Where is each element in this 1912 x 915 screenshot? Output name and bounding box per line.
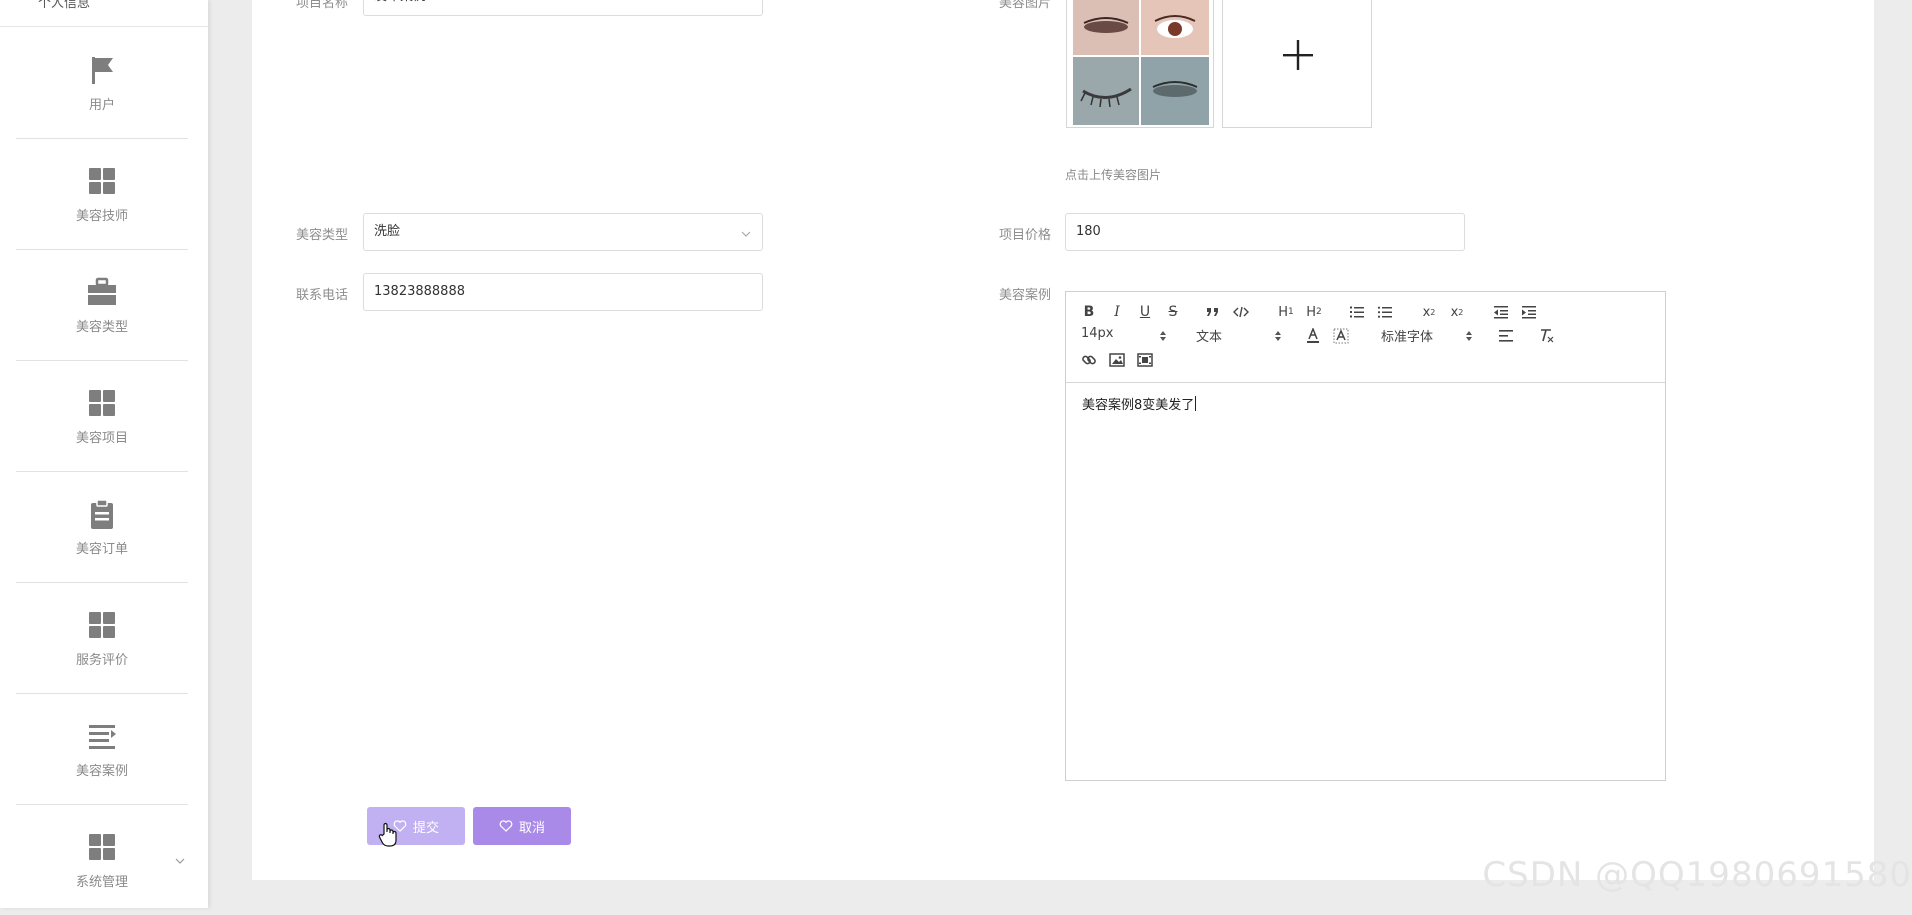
images-label: 美容图片 <box>999 0 1052 11</box>
flag-icon <box>92 56 113 84</box>
sidebar-item-label: 美容订单 <box>75 541 128 557</box>
font-size-select[interactable]: 14px <box>1081 326 1167 346</box>
code-icon <box>1233 306 1249 318</box>
case-label: 美容案例 <box>999 288 1052 303</box>
editor-content-text: 美容案例8变美发了 <box>1082 398 1195 413</box>
grid-icon <box>89 611 115 638</box>
upload-hint: 点击上传美容图片 <box>1065 168 1162 182</box>
indent-icon <box>1522 306 1536 319</box>
subscript-button[interactable]: x2 <box>1418 302 1440 322</box>
sidebar-item-profile[interactable]: 个人信息 <box>0 0 208 27</box>
align-button[interactable] <box>1495 326 1517 346</box>
list-icon <box>89 724 116 749</box>
strike-button[interactable]: S <box>1162 302 1184 322</box>
font-color-icon <box>1307 328 1319 343</box>
italic-button[interactable]: I <box>1106 302 1128 322</box>
superscript-button[interactable]: x2 <box>1446 302 1468 322</box>
price-input[interactable]: 180 <box>1065 213 1465 251</box>
background-color-button[interactable] <box>1330 326 1352 346</box>
project-name-label: 项目名称 <box>296 0 349 11</box>
sidebar-item-label: 个人信息 <box>38 0 91 11</box>
uploaded-image[interactable] <box>1066 0 1214 128</box>
grid-icon <box>89 167 115 194</box>
up-down-icon <box>1275 331 1281 341</box>
beauty-type-value: 洗脸 <box>374 224 401 239</box>
sidebar-item-label: 用户 <box>88 97 115 113</box>
sidebar-item-reviews[interactable]: 服务评价 <box>16 583 188 694</box>
up-down-icon <box>1466 331 1472 341</box>
sidebar-item-system-management[interactable]: 系统管理 <box>16 805 188 915</box>
phone-input[interactable]: 13823888888 <box>363 273 763 311</box>
sidebar-item-users[interactable]: 用户 <box>16 28 188 139</box>
price-label: 项目价格 <box>999 228 1052 243</box>
header-select[interactable]: 文本 <box>1196 326 1282 346</box>
align-left-icon <box>1499 330 1513 342</box>
font-size-value: 14px <box>1081 326 1114 341</box>
editor-toolbar: B I U S H1 H2 x2 x2 14px 文本 标准字体 <box>1066 292 1665 383</box>
h2-button[interactable]: H2 <box>1303 302 1325 322</box>
underline-button[interactable]: U <box>1134 302 1156 322</box>
editor-content[interactable]: 美容案例8变美发了 <box>1082 394 1197 413</box>
link-icon <box>1082 355 1096 365</box>
clipboard-icon <box>91 498 113 529</box>
clear-format-button[interactable] <box>1535 326 1557 346</box>
video-icon <box>1137 353 1153 367</box>
bullet-list-icon <box>1377 306 1392 318</box>
sidebar-item-label: 服务评价 <box>75 652 128 668</box>
eye-photo-collage <box>1073 0 1209 125</box>
submit-button-label: 提交 <box>412 820 439 836</box>
sidebar-item-label: 美容项目 <box>75 430 128 446</box>
watermark: CSDN @QQ1980691580 <box>1482 855 1912 895</box>
blockquote-button[interactable] <box>1202 302 1224 322</box>
cancel-button-label: 取消 <box>518 820 545 836</box>
cancel-button[interactable]: 取消 <box>473 807 571 845</box>
outdent-button[interactable] <box>1490 302 1512 322</box>
sidebar-item-beauty-types[interactable]: 美容类型 <box>16 250 188 361</box>
code-block-button[interactable] <box>1230 302 1252 322</box>
sidebar-item-technicians[interactable]: 美容技师 <box>16 139 188 250</box>
font-family-select[interactable]: 标准字体 <box>1381 326 1473 346</box>
sidebar-item-label: 美容案例 <box>75 763 128 779</box>
sidebar-item-label: 美容技师 <box>75 208 128 224</box>
video-button[interactable] <box>1134 350 1156 370</box>
link-button[interactable] <box>1078 350 1100 370</box>
briefcase-icon <box>88 277 116 305</box>
sidebar-item-label: 美容类型 <box>75 319 128 335</box>
text-caret <box>1195 396 1197 411</box>
image-button[interactable] <box>1106 350 1128 370</box>
font-family-value: 标准字体 <box>1381 330 1434 345</box>
phone-label: 联系电话 <box>296 288 349 303</box>
clear-format-icon <box>1541 329 1554 343</box>
rich-text-editor[interactable]: B I U S H1 H2 x2 x2 14px 文本 标准字体 美容案例8变美… <box>1065 291 1666 781</box>
hand-cursor-icon <box>378 822 397 847</box>
up-down-icon <box>1160 331 1166 341</box>
heart-icon <box>499 820 513 832</box>
grid-icon <box>89 389 115 416</box>
chevron-down-icon <box>175 858 185 864</box>
sidebar-item-beauty-projects[interactable]: 美容项目 <box>16 361 188 472</box>
upload-image-button[interactable] <box>1222 0 1372 128</box>
quote-icon <box>1207 308 1218 316</box>
beauty-type-label: 美容类型 <box>296 228 349 243</box>
chevron-down-icon <box>741 231 751 237</box>
sidebar-item-beauty-cases[interactable]: 美容案例 <box>16 694 188 805</box>
h1-button[interactable]: H1 <box>1275 302 1297 322</box>
font-color-button[interactable] <box>1302 326 1324 346</box>
sidebar-item-label: 系统管理 <box>75 874 128 890</box>
ordered-list-icon <box>1350 306 1364 318</box>
indent-button[interactable] <box>1518 302 1540 322</box>
sidebar-item-beauty-orders[interactable]: 美容订单 <box>16 472 188 583</box>
bold-button[interactable]: B <box>1078 302 1100 322</box>
header-select-value: 文本 <box>1196 330 1223 345</box>
plus-icon <box>1283 40 1313 70</box>
project-name-input[interactable]: 发布案例 <box>363 0 763 16</box>
beauty-type-select[interactable]: 洗脸 <box>363 213 763 251</box>
grid-icon <box>89 833 115 860</box>
background-color-icon <box>1333 328 1349 344</box>
image-icon <box>1109 353 1125 367</box>
outdent-icon <box>1494 306 1508 319</box>
sidebar: 个人信息 用户 美容技师 美容类型 美容项目 美容订单 服务评价 美容案例 系统… <box>0 0 208 908</box>
ordered-list-button[interactable] <box>1346 302 1368 322</box>
bullet-list-button[interactable] <box>1374 302 1396 322</box>
